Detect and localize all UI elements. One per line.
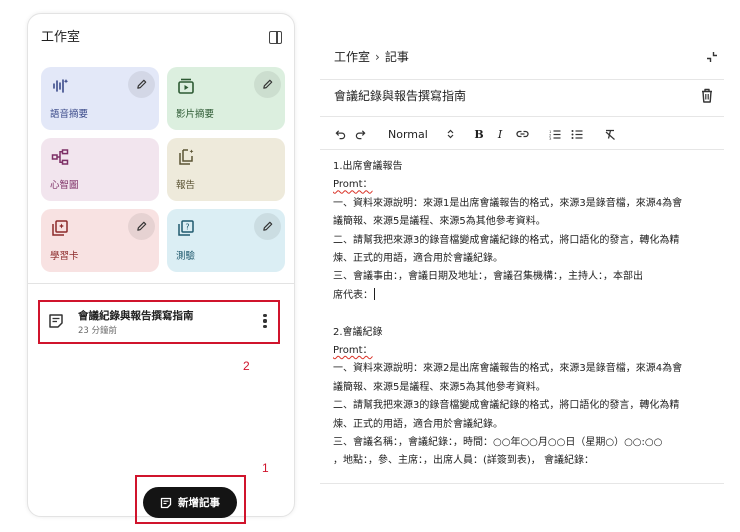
add-note-label: 新增記事 [178,497,220,509]
editor-line: Promt： [333,345,373,357]
editor-line-with-caret: 席代表： [333,287,717,305]
note-list-item[interactable]: 會議紀錄與報告撰寫指南 23 分鐘前 [38,300,280,344]
editor-line: 席代表： [333,289,373,301]
studio-title: 工作室 [41,30,81,45]
video-summary-icon [178,78,194,94]
report-icon [179,149,194,165]
svg-text:?: ? [185,223,189,232]
numbered-list-icon[interactable]: 123 [548,126,561,142]
tile-flashcards[interactable]: 學習卡 [41,209,159,272]
note-timestamp: 23 分鐘前 [78,326,118,336]
editor-line: 1.出席會議報告 [333,161,403,172]
tile-label: 影片摘要 [176,109,215,120]
undo-icon[interactable] [334,126,346,142]
text-format-value: Normal [388,127,428,141]
text-caret [374,287,375,300]
editor-line: 煉、正式的用語，適合用於會議紀錄。 [333,418,503,430]
quiz-icon: ? [178,220,194,236]
link-icon[interactable] [515,126,529,142]
format-toolbar: Normal B I 123 [320,122,724,146]
note-add-icon [160,497,172,508]
tile-video-overview[interactable]: 影片摘要 [167,67,285,130]
edit-pencil-icon[interactable] [128,71,155,98]
mind-map-icon [51,149,69,165]
tile-report[interactable]: 報告 [167,138,285,201]
updown-chevron-icon [447,129,454,139]
svg-text:3: 3 [549,136,552,140]
tile-label: 報告 [176,180,196,191]
text-format-select[interactable]: Normal [388,126,454,142]
bullet-list-icon[interactable] [570,126,583,142]
flashcard-icon [52,220,68,236]
annotation-marker-1: 1 [262,461,269,475]
tile-label: 測驗 [176,251,196,262]
note-icon [49,314,63,328]
divider [320,483,724,484]
collapse-editor-icon[interactable] [706,51,718,63]
tile-label: 語音摘要 [50,109,89,120]
editor-line: 議簡報、來源5是議程、來源5為其他參考資料。 [333,381,546,393]
breadcrumb-separator: › [375,50,380,64]
redo-icon[interactable] [354,126,366,142]
note-editor-body[interactable]: 1.出席會議報告 Promt： 一、資料來源說明：來源1是出席會議報告的格式，來… [333,158,717,471]
collapse-panel-icon[interactable] [269,31,282,44]
clear-formatting-icon[interactable] [603,126,616,142]
tile-quiz[interactable]: ? 測驗 [167,209,285,272]
divider [28,283,294,284]
editor-line: 議簡報、來源5是議程、來源5為其他參考資料。 [333,216,546,228]
editor-line: 2.會議紀錄 [333,326,383,338]
italic-button[interactable]: I [495,126,505,142]
editor-blank-line [333,305,717,323]
edit-pencil-icon[interactable] [128,213,155,240]
delete-icon[interactable] [700,88,714,103]
note-title: 會議紀錄與報告撰寫指南 [78,310,194,322]
studio-header: 工作室 [41,26,282,50]
divider [320,116,724,117]
more-options-icon[interactable] [262,314,268,330]
editor-line: 三、會議名稱：，會議紀錄：，時間：○○年○○月○○日（星期○）○○:○○ [333,437,663,449]
edit-pencil-icon[interactable] [254,71,281,98]
editor-line: 二、請幫我把來源3的錄音檔變成會議紀錄的格式，將口語化的發言，轉化為精 [333,400,680,412]
add-note-button[interactable]: 新增記事 [143,487,237,518]
editor-line: 二、請幫我把來源3的錄音檔變成會議紀錄的格式，將口語化的發言，轉化為精 [333,234,680,246]
bold-button[interactable]: B [474,126,484,142]
editor-line: ，地點：，參、主席：，出席人員：(詳簽到表)， 會議紀錄： [333,455,594,467]
breadcrumb-note: 記事 [384,50,409,64]
editor-line: 一、資料來源說明：來源1是出席會議報告的格式，來源3是錄音檔，來源4為會 [333,197,683,209]
editor-line: Promt： [333,179,373,191]
breadcrumb-studio[interactable]: 工作室 [334,50,370,64]
audio-waveform-icon [53,79,69,93]
edit-pencil-icon[interactable] [254,213,281,240]
divider [320,79,724,80]
tile-mind-map[interactable]: 心智圖 [41,138,159,201]
editor-line: 煉、正式的用語，適合用於會議紀錄。 [333,253,503,265]
tile-label: 學習卡 [50,251,79,262]
tile-audio-overview[interactable]: 語音摘要 [41,67,159,130]
editor-line: 一、資料來源說明：來源2是出席會議報告的格式，來源3是錄音檔，來源4為會 [333,363,683,375]
note-editor: 工作室 › 記事 會議紀錄與報告撰寫指南 Normal B I 123 1.出席… [320,36,724,484]
editor-line: 三、會議事由：，會議日期及地址：，會議召集機構：，主持人：，本部出 [333,271,643,283]
studio-panel: 工作室 語音摘要 影片摘要 心智圖 報告 學習卡 ? 測驗 會議紀錄與報告撰寫指… [27,13,295,524]
breadcrumb: 工作室 › 記事 [334,48,409,65]
divider [320,149,724,150]
note-editor-title[interactable]: 會議紀錄與報告撰寫指南 [334,87,466,104]
tile-label: 心智圖 [50,180,79,191]
annotation-marker-2: 2 [243,359,250,373]
